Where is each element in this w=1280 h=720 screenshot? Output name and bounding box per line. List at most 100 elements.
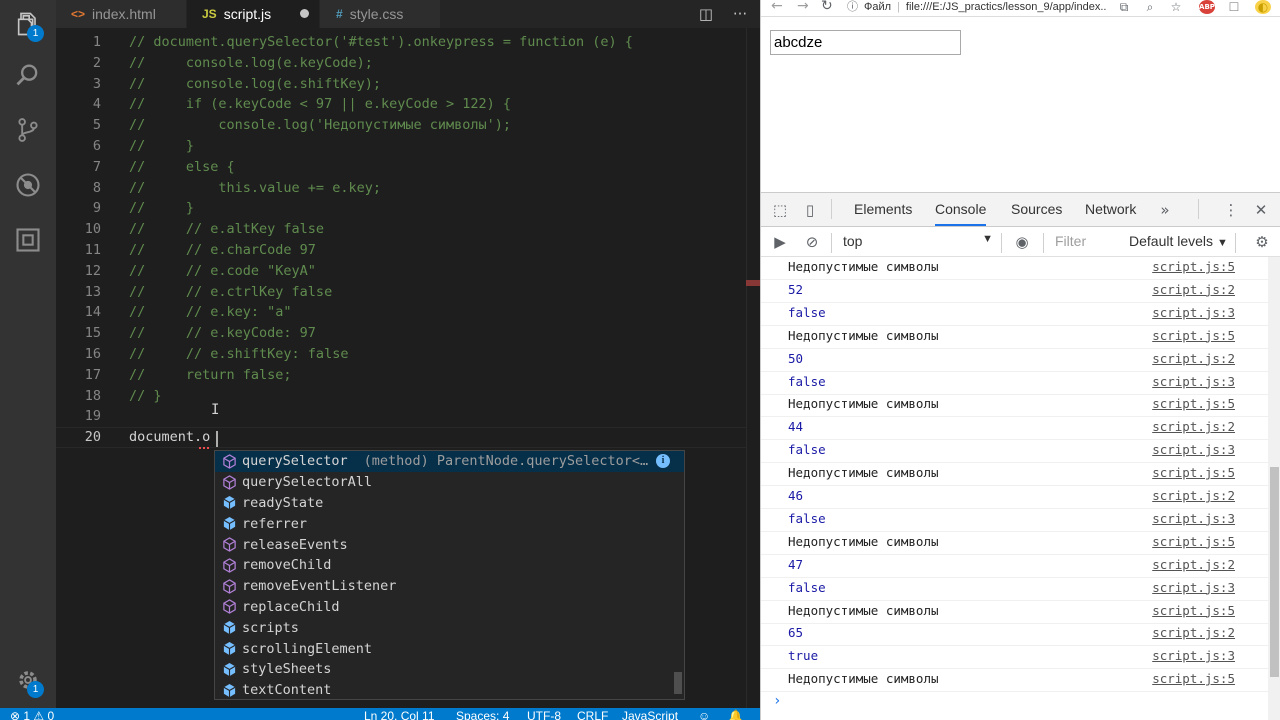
- profile-icon[interactable]: ◐: [1255, 0, 1271, 14]
- message-source-link[interactable]: script.js:5: [1152, 465, 1235, 480]
- code-line: 1 // document.querySelector('#test').onke…: [56, 32, 760, 53]
- message-source-link[interactable]: script.js:5: [1152, 259, 1235, 274]
- suggestion-item[interactable]: removeChild: [215, 555, 684, 576]
- split-editor-icon[interactable]: ◫: [696, 4, 716, 24]
- message-source-link[interactable]: script.js:2: [1152, 351, 1235, 366]
- indentation[interactable]: Spaces: 4: [456, 708, 509, 720]
- console-message: true script.js:3: [761, 646, 1268, 670]
- message-source-link[interactable]: script.js:2: [1152, 557, 1235, 572]
- problems-indicator[interactable]: ⊗ 1 ⚠ 0: [10, 708, 54, 720]
- close-devtools-icon[interactable]: ✕: [1252, 201, 1270, 219]
- suggestion-item[interactable]: scrollingElement: [215, 638, 684, 659]
- page-text-input[interactable]: [770, 30, 961, 55]
- source-control-icon[interactable]: [8, 110, 48, 150]
- message-source-link[interactable]: script.js:2: [1152, 488, 1235, 503]
- message-source-link[interactable]: script.js:5: [1152, 671, 1235, 686]
- suggestion-item[interactable]: releaseEvents: [215, 534, 684, 555]
- suggestion-item[interactable]: querySelector (method) ParentNode.querySe…: [215, 451, 684, 472]
- message-source-link[interactable]: script.js:3: [1152, 374, 1235, 389]
- unsaved-dot-icon[interactable]: [300, 9, 309, 18]
- console-prompt[interactable]: ›: [773, 693, 781, 709]
- extension-icon[interactable]: ☐: [1227, 0, 1241, 14]
- editor-scrollbar[interactable]: [746, 28, 760, 708]
- sidebar-toggle-icon[interactable]: ▶: [771, 233, 789, 251]
- code-text: // this.value += e.key;: [129, 179, 381, 196]
- line-number: 8: [92, 179, 101, 196]
- context-selector[interactable]: top ▼: [843, 233, 993, 251]
- console-scroll-thumb[interactable]: [1270, 467, 1279, 677]
- forward-arrow-icon[interactable]: →: [797, 0, 809, 14]
- clear-console-icon[interactable]: ⊘: [803, 233, 821, 251]
- feedback-smiley-icon[interactable]: ☺: [698, 708, 710, 720]
- message-source-link[interactable]: script.js:5: [1152, 603, 1235, 618]
- tab-sources[interactable]: Sources: [1011, 193, 1062, 226]
- adblock-icon[interactable]: ABP: [1199, 0, 1215, 14]
- read-more-info-icon[interactable]: i: [656, 454, 670, 468]
- suggestion-item[interactable]: textContent: [215, 680, 684, 699]
- console-message: 47 script.js:2: [761, 555, 1268, 578]
- suggest-scrollbar[interactable]: [674, 672, 682, 694]
- suggestion-item[interactable]: referrer: [215, 513, 684, 534]
- translate-icon[interactable]: ⧉: [1117, 0, 1131, 14]
- console-message: Недопустимые символы script.js:5: [761, 463, 1268, 487]
- suggestion-item[interactable]: scripts: [215, 617, 684, 638]
- console-message: Недопустимые символы script.js:5: [761, 394, 1268, 418]
- message-source-link[interactable]: script.js:2: [1152, 625, 1235, 640]
- extensions-icon[interactable]: [8, 220, 48, 260]
- reload-icon[interactable]: ↻: [821, 0, 833, 14]
- line-ending[interactable]: CRLF: [577, 708, 608, 720]
- tab-network[interactable]: Network: [1085, 193, 1136, 226]
- back-arrow-icon[interactable]: ←: [771, 0, 783, 14]
- message-source-link[interactable]: script.js:3: [1152, 580, 1235, 595]
- live-expression-eye-icon[interactable]: ◉: [1013, 233, 1031, 251]
- address-bar[interactable]: ⓘ Файл | file:///E:/JS_practics/lesson_9/ap…: [847, 0, 1107, 16]
- devtools-menu-icon[interactable]: ⋮: [1222, 201, 1240, 219]
- message-source-link[interactable]: script.js:3: [1152, 442, 1235, 457]
- language-mode[interactable]: JavaScript: [622, 708, 678, 720]
- tab-elements[interactable]: Elements: [854, 193, 912, 226]
- message-source-link[interactable]: script.js:2: [1152, 282, 1235, 297]
- message-source-link[interactable]: script.js:5: [1152, 396, 1235, 411]
- code-line: 14 // // e.key: "a": [56, 302, 760, 323]
- console-message: 65 script.js:2: [761, 623, 1268, 647]
- message-source-link[interactable]: script.js:3: [1152, 305, 1235, 320]
- more-actions-icon[interactable]: ···: [730, 4, 750, 24]
- settings-gear-icon[interactable]: 1: [8, 660, 48, 700]
- message-source-link[interactable]: script.js:5: [1152, 534, 1235, 549]
- message-source-link[interactable]: script.js:3: [1152, 648, 1235, 663]
- suggestion-item[interactable]: readyState: [215, 493, 684, 514]
- tab-console[interactable]: Console: [935, 193, 987, 226]
- tab-script-js[interactable]: JS script.js: [187, 0, 319, 28]
- notifications-bell-icon[interactable]: 🔔: [728, 708, 743, 720]
- suggestion-item[interactable]: replaceChild: [215, 597, 684, 618]
- device-toolbar-icon[interactable]: ▯: [801, 201, 819, 219]
- bookmark-star-icon[interactable]: ☆: [1169, 0, 1183, 14]
- search-icon[interactable]: [8, 55, 48, 95]
- console-message: Недопустимые символы script.js:5: [761, 532, 1268, 555]
- suggestion-label: querySelectorAll: [242, 474, 373, 491]
- encoding[interactable]: UTF-8: [527, 708, 561, 720]
- tab-index-html[interactable]: <> index.html: [56, 0, 186, 28]
- inspect-element-icon[interactable]: ⬚: [771, 201, 789, 219]
- suggestion-item[interactable]: querySelectorAll: [215, 472, 684, 493]
- cursor-position[interactable]: Ln 20, Col 11: [364, 708, 435, 720]
- mouse-ibeam-icon: I: [211, 402, 220, 418]
- console-settings-gear-icon[interactable]: ⚙: [1253, 233, 1271, 251]
- console-scrollbar[interactable]: [1268, 257, 1280, 720]
- suggestion-item[interactable]: styleSheets: [215, 659, 684, 680]
- debug-icon[interactable]: [8, 165, 48, 205]
- tab-style-css[interactable]: # style.css: [320, 0, 440, 28]
- log-levels-dropdown[interactable]: Default levels ▼: [1129, 233, 1228, 249]
- console-filter-input[interactable]: Filter: [1055, 233, 1119, 252]
- message-source-link[interactable]: script.js:5: [1152, 328, 1235, 343]
- zoom-icon[interactable]: ⌕: [1143, 0, 1157, 14]
- message-source-link[interactable]: script.js:3: [1152, 511, 1235, 526]
- more-tabs-chevron-icon[interactable]: »: [1156, 201, 1174, 219]
- suggestion-item[interactable]: removeEventListener: [215, 576, 684, 597]
- explorer-icon[interactable]: 1: [8, 4, 48, 44]
- suggest-widget[interactable]: querySelector (method) ParentNode.querySe…: [214, 450, 685, 700]
- message-source-link[interactable]: script.js:2: [1152, 419, 1235, 434]
- line-number: 13: [84, 283, 101, 300]
- code-line: 13 // // e.ctrlKey false: [56, 282, 760, 303]
- suggestion-label: removeEventListener: [242, 578, 397, 595]
